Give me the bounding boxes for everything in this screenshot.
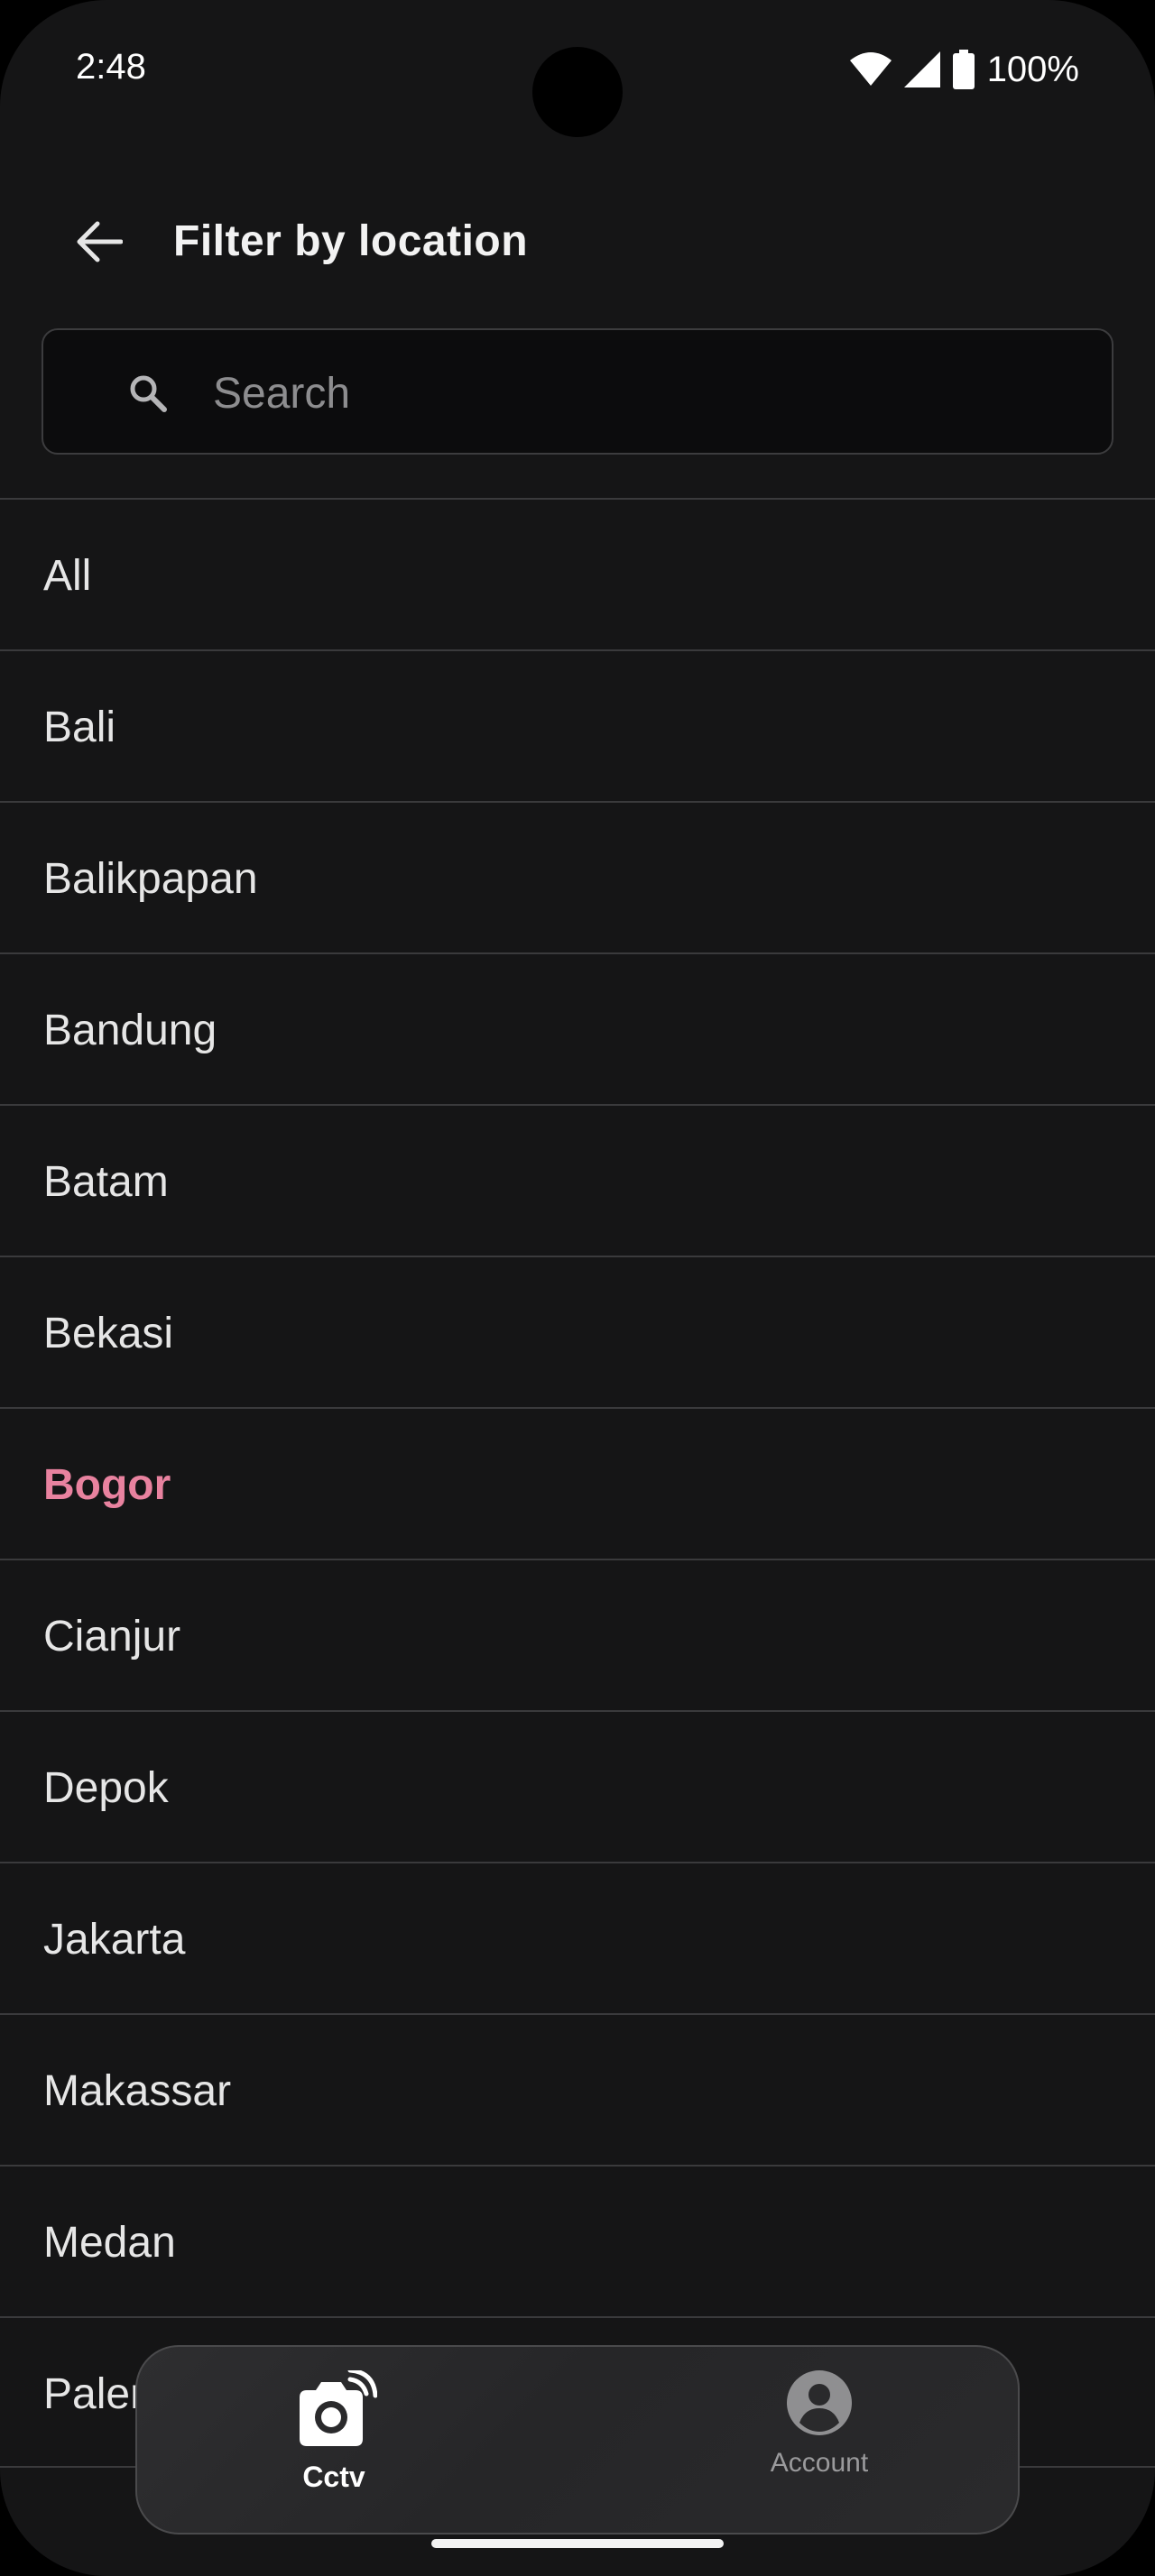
location-label: Bali	[43, 704, 116, 751]
location-label: Makassar	[43, 2067, 232, 2115]
battery-percentage: 100%	[986, 49, 1079, 89]
location-item-batam[interactable]: Batam	[0, 1104, 1155, 1256]
nav-label-cctv: Cctv	[302, 2461, 365, 2493]
front-camera	[532, 47, 623, 137]
status-time: 2:48	[76, 47, 146, 87]
status-icons: 100%	[849, 47, 1079, 92]
phone-screen: 2:48 100% Filter by location Search All …	[0, 0, 1155, 2576]
location-label: Batam	[43, 1158, 169, 1206]
cctv-camera-icon	[300, 2370, 377, 2446]
page-title: Filter by location	[173, 217, 529, 265]
nav-item-account[interactable]: Account	[729, 2370, 910, 2515]
location-item-bekasi[interactable]: Bekasi	[0, 1256, 1155, 1407]
location-label: Balikpapan	[43, 855, 258, 903]
nav-item-cctv[interactable]: Cctv	[244, 2370, 424, 2515]
app-bar: Filter by location	[0, 197, 1155, 287]
nav-label-account: Account	[770, 2448, 869, 2478]
location-label: Cianjur	[43, 1613, 181, 1661]
location-item-bogor-selected[interactable]: Bogor	[0, 1407, 1155, 1559]
location-label: All	[43, 552, 92, 600]
wifi-icon	[849, 52, 892, 86]
location-item-jakarta[interactable]: Jakarta	[0, 1862, 1155, 2013]
back-button[interactable]	[63, 213, 135, 271]
bottom-navigation: Cctv Account	[135, 2345, 1020, 2535]
account-circle-icon	[787, 2370, 852, 2435]
location-item-balikpapan[interactable]: Balikpapan	[0, 801, 1155, 952]
location-item-bali[interactable]: Bali	[0, 649, 1155, 801]
location-label: Depok	[43, 1764, 169, 1812]
location-label-selected: Bogor	[43, 1461, 171, 1509]
status-bar: 2:48 100%	[0, 0, 1155, 144]
location-label: Medan	[43, 2219, 176, 2267]
search-input[interactable]	[213, 361, 1079, 426]
search-box[interactable]	[42, 328, 1113, 455]
location-item-bandung[interactable]: Bandung	[0, 952, 1155, 1104]
location-label: Bekasi	[43, 1310, 174, 1357]
home-indicator[interactable]	[431, 2539, 724, 2548]
location-item-all[interactable]: All	[0, 498, 1155, 649]
location-item-makassar[interactable]: Makassar	[0, 2013, 1155, 2165]
location-label: Jakarta	[43, 1916, 186, 1964]
location-item-medan[interactable]: Medan	[0, 2165, 1155, 2316]
location-label: Bandung	[43, 1007, 217, 1054]
location-item-cianjur[interactable]: Cianjur	[0, 1559, 1155, 1710]
location-list: All Bali Balikpapan Bandung Batam Bekasi…	[0, 498, 1155, 2468]
battery-icon	[952, 50, 975, 89]
search-icon	[130, 375, 167, 412]
location-item-depok[interactable]: Depok	[0, 1710, 1155, 1862]
signal-icon	[903, 51, 940, 87]
arrow-left-icon	[77, 221, 123, 262]
